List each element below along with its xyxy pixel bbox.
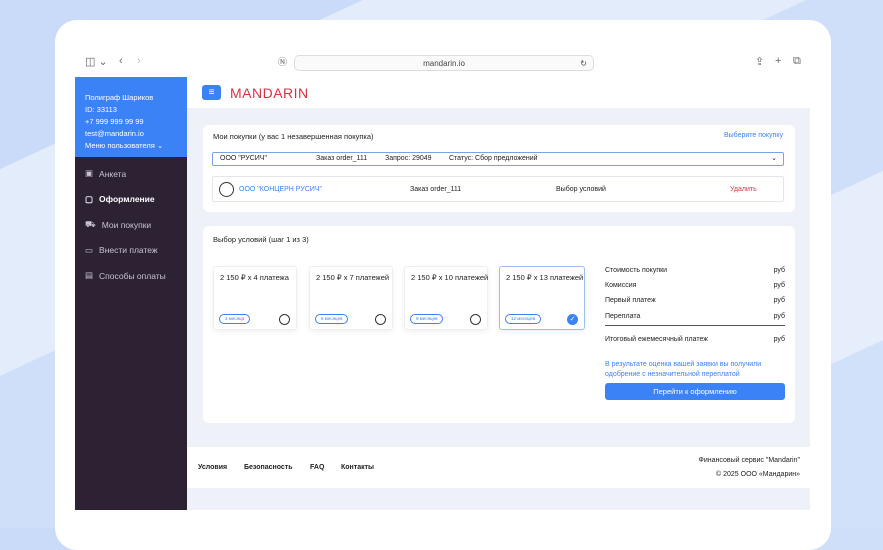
- footer-link-security[interactable]: Безопасность: [244, 464, 293, 471]
- user-id: ID: 33113: [85, 105, 117, 114]
- option-card[interactable]: 2 150 ₽ x 10 платежей 9 месяцев: [404, 266, 488, 330]
- summary-row: Комиссия руб: [605, 282, 785, 289]
- logo: MANDARIN: [230, 84, 309, 101]
- header: ≡ MANDARIN: [187, 77, 810, 108]
- purchase-radio[interactable]: [219, 182, 234, 197]
- chevron-down-icon: ⌄: [156, 141, 164, 150]
- user-menu[interactable]: Меню пользователя ⌄: [85, 140, 177, 152]
- card-icon: ▤: [85, 270, 94, 281]
- user-phone: +7 999 999 99 99: [85, 117, 144, 126]
- sidebar-item-payment[interactable]: ▭ Внести платеж: [75, 238, 187, 264]
- option-radio[interactable]: [375, 314, 386, 325]
- user-email: test@mandarin.io: [85, 129, 144, 138]
- summary-row: Стоимость покупки руб: [605, 267, 785, 274]
- purchases-title: Мои покупки (у вас 1 незавершенная покуп…: [213, 132, 374, 141]
- cart-icon: ⛟: [85, 218, 96, 229]
- clipboard-icon: ▢: [85, 193, 94, 204]
- total-row: Итоговый ежемесячный платеж руб: [605, 336, 785, 343]
- purchase-select[interactable]: ООО "РУСИЧ" Заказ order_111 Запрос: 2904…: [212, 152, 784, 166]
- option-radio[interactable]: [470, 314, 481, 325]
- forward-icon[interactable]: ›: [137, 55, 141, 67]
- back-icon[interactable]: ‹: [119, 55, 123, 67]
- new-tab-icon[interactable]: +: [775, 55, 781, 67]
- option-card[interactable]: 2 150 ₽ x 7 платежей 6 месяцев: [309, 266, 393, 330]
- footer-copyright: © 2025 ООО «Мандарин»: [716, 471, 800, 478]
- conditions-card: Выбор условий (шаг 1 из 3) 2 150 ₽ x 4 п…: [203, 226, 795, 423]
- user-name: Полиграф Шариков: [85, 93, 154, 102]
- sidebar: Полиграф Шариков ID: 33113 +7 999 999 99…: [75, 77, 187, 510]
- conditions-title: Выбор условий (шаг 1 из 3): [213, 235, 309, 244]
- sidebar-item-checkout[interactable]: ▢ Оформление: [75, 187, 187, 213]
- browser-toolbar: ◫ ⌄ ‹ › Ⓝ mandarin.io ↻ ⇪ + ⧉: [75, 50, 810, 77]
- main-content: ≡ MANDARIN Мои покупки (у вас 1 незаверш…: [187, 77, 810, 510]
- option-card[interactable]: 2 150 ₽ x 4 платежа 3 месяца: [213, 266, 297, 330]
- check-icon[interactable]: ✓: [567, 314, 578, 325]
- menu-button[interactable]: ≡: [202, 85, 221, 100]
- divider: [605, 325, 785, 326]
- notion-icon[interactable]: Ⓝ: [278, 55, 287, 68]
- footer-link-faq[interactable]: FAQ: [310, 464, 324, 471]
- footer-link-contacts[interactable]: Контакты: [341, 464, 374, 471]
- cash-icon: ▭: [85, 244, 94, 255]
- share-icon[interactable]: ⇪: [755, 55, 764, 68]
- option-radio[interactable]: [279, 314, 290, 325]
- url-bar[interactable]: mandarin.io ↻: [294, 55, 594, 71]
- chevron-down-icon: ⌄: [771, 155, 777, 162]
- purchases-card: Мои покупки (у вас 1 незавершенная покуп…: [203, 125, 795, 212]
- footer-service: Финансовый сервис "Mandarin": [698, 457, 800, 464]
- sidebar-item-payment-methods[interactable]: ▤ Способы оплаты: [75, 263, 187, 289]
- summary-row: Переплата руб: [605, 313, 785, 320]
- proceed-button[interactable]: Перейти к оформлению: [605, 383, 785, 400]
- sidebar-item-purchases[interactable]: ⛟ Мои покупки: [75, 212, 187, 238]
- user-panel: Полиграф Шариков ID: 33113 +7 999 999 99…: [75, 77, 187, 157]
- summary-row: Первый платеж руб: [605, 297, 785, 304]
- sidebar-toggle-icon[interactable]: ◫ ⌄: [85, 55, 108, 68]
- select-purchase-link[interactable]: Выберите покупку: [724, 132, 783, 139]
- tabs-icon[interactable]: ⧉: [793, 55, 801, 68]
- option-card-selected[interactable]: 2 150 ₽ x 13 платежей 12 месяцев ✓: [499, 266, 585, 330]
- purchase-row[interactable]: ООО "КОНЦЕРН РУСИЧ" Заказ order_111 Выбо…: [212, 176, 784, 202]
- footer: Условия Безопасность FAQ Контакты Финанс…: [187, 447, 810, 488]
- approval-note: В результате оценка вашей заявки вы полу…: [605, 361, 762, 378]
- sidebar-item-anketa[interactable]: ▣ Анкета: [75, 161, 187, 187]
- profile-icon: ▣: [85, 168, 94, 179]
- footer-link-terms[interactable]: Условия: [198, 464, 227, 471]
- delete-button[interactable]: Удалить: [730, 186, 757, 193]
- reload-icon[interactable]: ↻: [580, 56, 587, 71]
